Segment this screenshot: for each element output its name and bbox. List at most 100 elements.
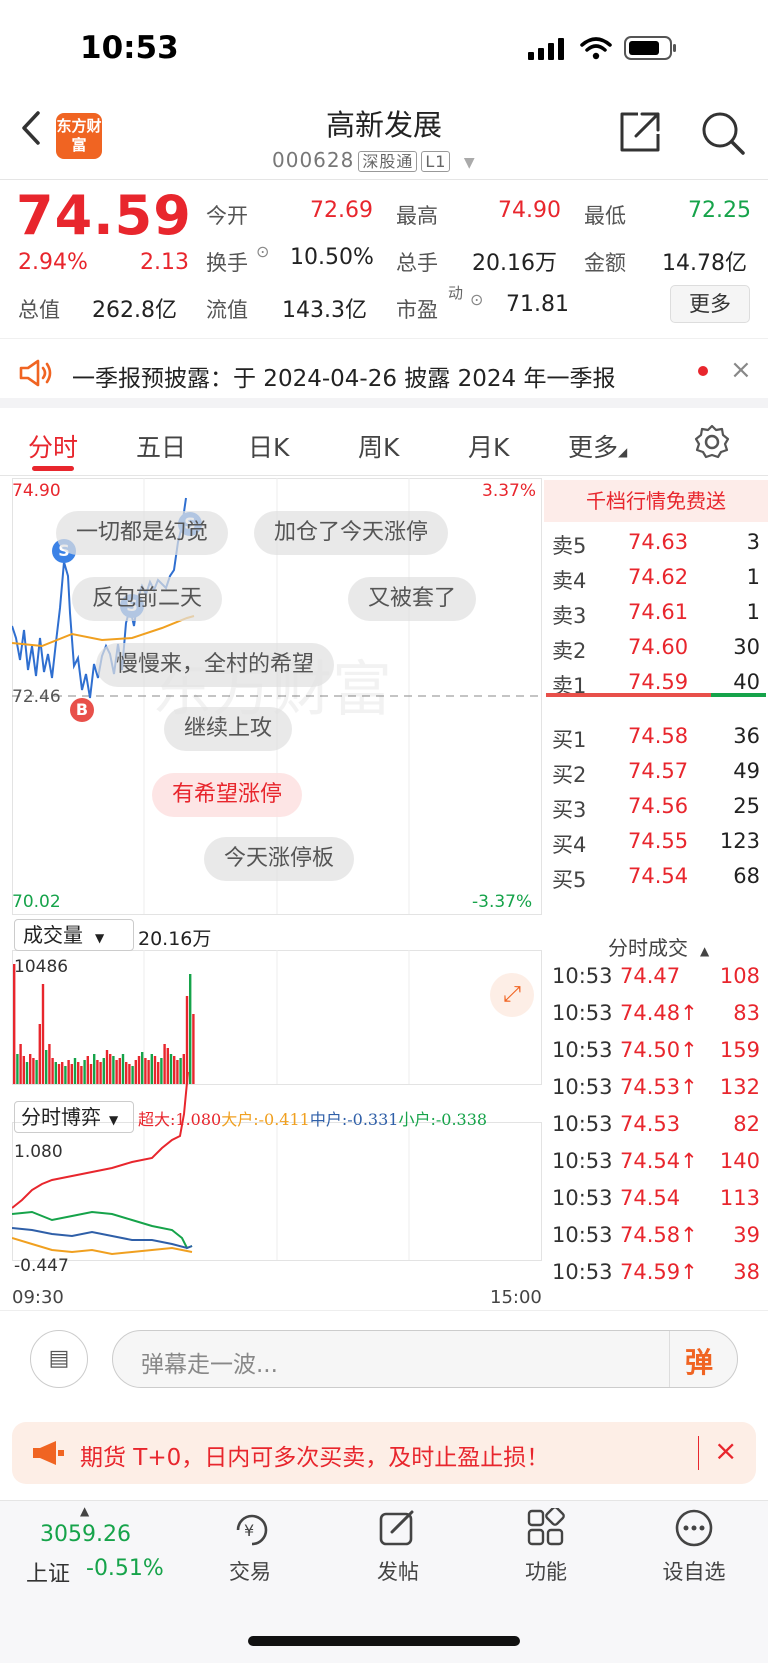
tab-daily-k[interactable]: 日K [248, 428, 289, 464]
volume-bar [57, 1064, 61, 1084]
bid-vol: 123 [719, 829, 760, 853]
dropdown-icon[interactable]: ▼ [464, 155, 476, 171]
game-min: -0.447 [14, 1256, 69, 1276]
danmu-bubble[interactable]: 又被套了 [348, 577, 477, 621]
bid-row: 买3 74.56 25 [552, 794, 760, 831]
ask-price: 74.61 [628, 600, 689, 624]
tick-row: 10:53 74.59↑ 38 [552, 1260, 760, 1299]
game-selector[interactable]: 分时博弈 ▼ [14, 1101, 134, 1133]
volume-bar [99, 1062, 102, 1084]
volume-bar [134, 1060, 137, 1084]
bid-ask-ratio-bar [546, 693, 766, 697]
volume-bar [80, 1066, 83, 1084]
trade-icon[interactable]: ¥ [230, 1510, 274, 1550]
danmu-bubble[interactable]: 加仓了今天涨停 [254, 511, 449, 555]
volume-bar [77, 1062, 80, 1084]
ask-price: 74.59 [628, 670, 689, 694]
tick-row: 10:53 74.53↑ 132 [552, 1075, 760, 1114]
volume-bar [182, 1054, 185, 1084]
danmu-bubble[interactable]: 继续上攻 [164, 707, 293, 751]
back-arrow-icon[interactable] [16, 110, 46, 146]
nav-trade[interactable]: 交易 [200, 1556, 300, 1586]
tab-five-day[interactable]: 五日 [136, 428, 186, 464]
metric-value: 72.25 [688, 198, 751, 223]
metric-label: 最高 [396, 204, 438, 228]
metric-value: 20.16万 [472, 251, 557, 276]
app-logo[interactable]: 东方财富 [56, 113, 102, 159]
signal-icon [528, 38, 564, 60]
metric-value: 14.78亿 [662, 251, 747, 276]
battery-icon [624, 36, 676, 60]
expand-icon[interactable]: ⤢ [490, 973, 534, 1017]
tick-price: 74.58↑ [620, 1223, 698, 1247]
volume-bar [13, 964, 16, 1084]
danmu-bubble[interactable]: 今天涨停板 [204, 837, 355, 881]
stock-code-line[interactable]: 000628 深股通 L1 ▼ [272, 148, 476, 172]
index-name[interactable]: 上证 [26, 1556, 70, 1588]
bid-price: 74.56 [628, 794, 689, 818]
ask-label: 卖3 [552, 604, 587, 628]
buy-marker[interactable]: B [70, 698, 94, 722]
grid-icon[interactable] [526, 1508, 566, 1548]
bid-row: 买5 74.54 68 [552, 864, 760, 901]
tick-price: 74.54 [620, 1186, 681, 1210]
bid-vol: 68 [733, 864, 760, 888]
tick-time: 10:53 [552, 1223, 613, 1247]
volume-selector[interactable]: 成交量 ▼ [14, 919, 134, 951]
tab-intraday[interactable]: 分时 [28, 428, 78, 464]
tab-weekly-k[interactable]: 周K [358, 428, 399, 464]
nav-watchlist[interactable]: 设自选 [644, 1556, 744, 1586]
volume-bar [166, 1048, 169, 1084]
more-button[interactable]: 更多 [670, 285, 750, 323]
ask-price: 74.60 [628, 635, 689, 659]
volume-bar [131, 1066, 134, 1084]
index-change[interactable]: -0.51% [86, 1556, 164, 1581]
nav-functions[interactable]: 功能 [496, 1556, 596, 1586]
volume-bar [38, 1024, 41, 1084]
notice-bar[interactable]: 一季报预披露：于 2024-04-26 披露 2024 年一季报 × [0, 338, 768, 408]
gear-icon[interactable] [694, 424, 730, 460]
close-icon[interactable]: × [730, 355, 752, 385]
stock-code: 000628 [272, 148, 355, 172]
danmu-send-button[interactable]: 弹 [685, 1341, 713, 1381]
tick-price: 74.53↑ [620, 1075, 698, 1099]
ad-banner[interactable]: 期货 T+0，日内可多次买卖，及时止盈止损！ × [12, 1422, 756, 1484]
current-price: 74.59 [16, 184, 192, 247]
volume-bar [192, 1014, 195, 1084]
danmu-bubble[interactable]: 反包前二天 [72, 577, 223, 621]
danmu-settings-icon[interactable]: ▤ [30, 1330, 88, 1388]
volume-bar [179, 1058, 182, 1084]
metric-label: 今开 [206, 204, 248, 228]
info-icon[interactable]: ⊙ [470, 290, 483, 309]
tick-price: 74.47 [620, 964, 681, 988]
info-icon[interactable]: ⊙ [256, 242, 269, 261]
tick-vol: 38 [733, 1260, 760, 1284]
volume-bar [89, 1064, 93, 1084]
volume-bar [185, 996, 189, 1084]
more-dots-icon[interactable] [674, 1508, 714, 1548]
axis-price-low: 70.02 [12, 892, 61, 912]
tab-monthly-k[interactable]: 月K [468, 428, 509, 464]
ticks-header[interactable]: 分时成交 ▲ [608, 932, 709, 961]
nav-post[interactable]: 发帖 [348, 1556, 448, 1586]
tab-more[interactable]: 更多◢ [568, 428, 627, 464]
comment-input[interactable]: 弹幕走一波... 弹 [112, 1330, 738, 1388]
notice-text: 一季报预披露：于 2024-04-26 披露 2024 年一季报 [72, 366, 616, 392]
volume-bar [118, 1058, 121, 1084]
ask-row: 卖1 74.59 40 [552, 670, 760, 707]
close-icon[interactable]: × [714, 1434, 737, 1467]
index-value[interactable]: 3059.26 [40, 1522, 131, 1547]
bid-vol: 36 [733, 724, 760, 748]
volume-bar [67, 1060, 70, 1084]
danmu-bubble[interactable]: 慢慢来，全村的希望 [96, 643, 335, 687]
danmu-bubble-highlight[interactable]: 有希望涨停 [152, 773, 303, 817]
orderbook-promo[interactable]: 千档行情免费送 [544, 480, 768, 522]
bid-label: 买5 [552, 868, 587, 892]
volume-bar [64, 1066, 67, 1084]
edit-post-icon[interactable] [378, 1508, 418, 1548]
share-icon[interactable] [618, 110, 662, 154]
danmu-bubble[interactable]: 一切都是幻觉 [56, 511, 229, 555]
time-end: 15:00 [490, 1287, 542, 1308]
tick-row: 10:53 74.54 113 [552, 1186, 760, 1225]
search-icon[interactable] [700, 110, 746, 156]
